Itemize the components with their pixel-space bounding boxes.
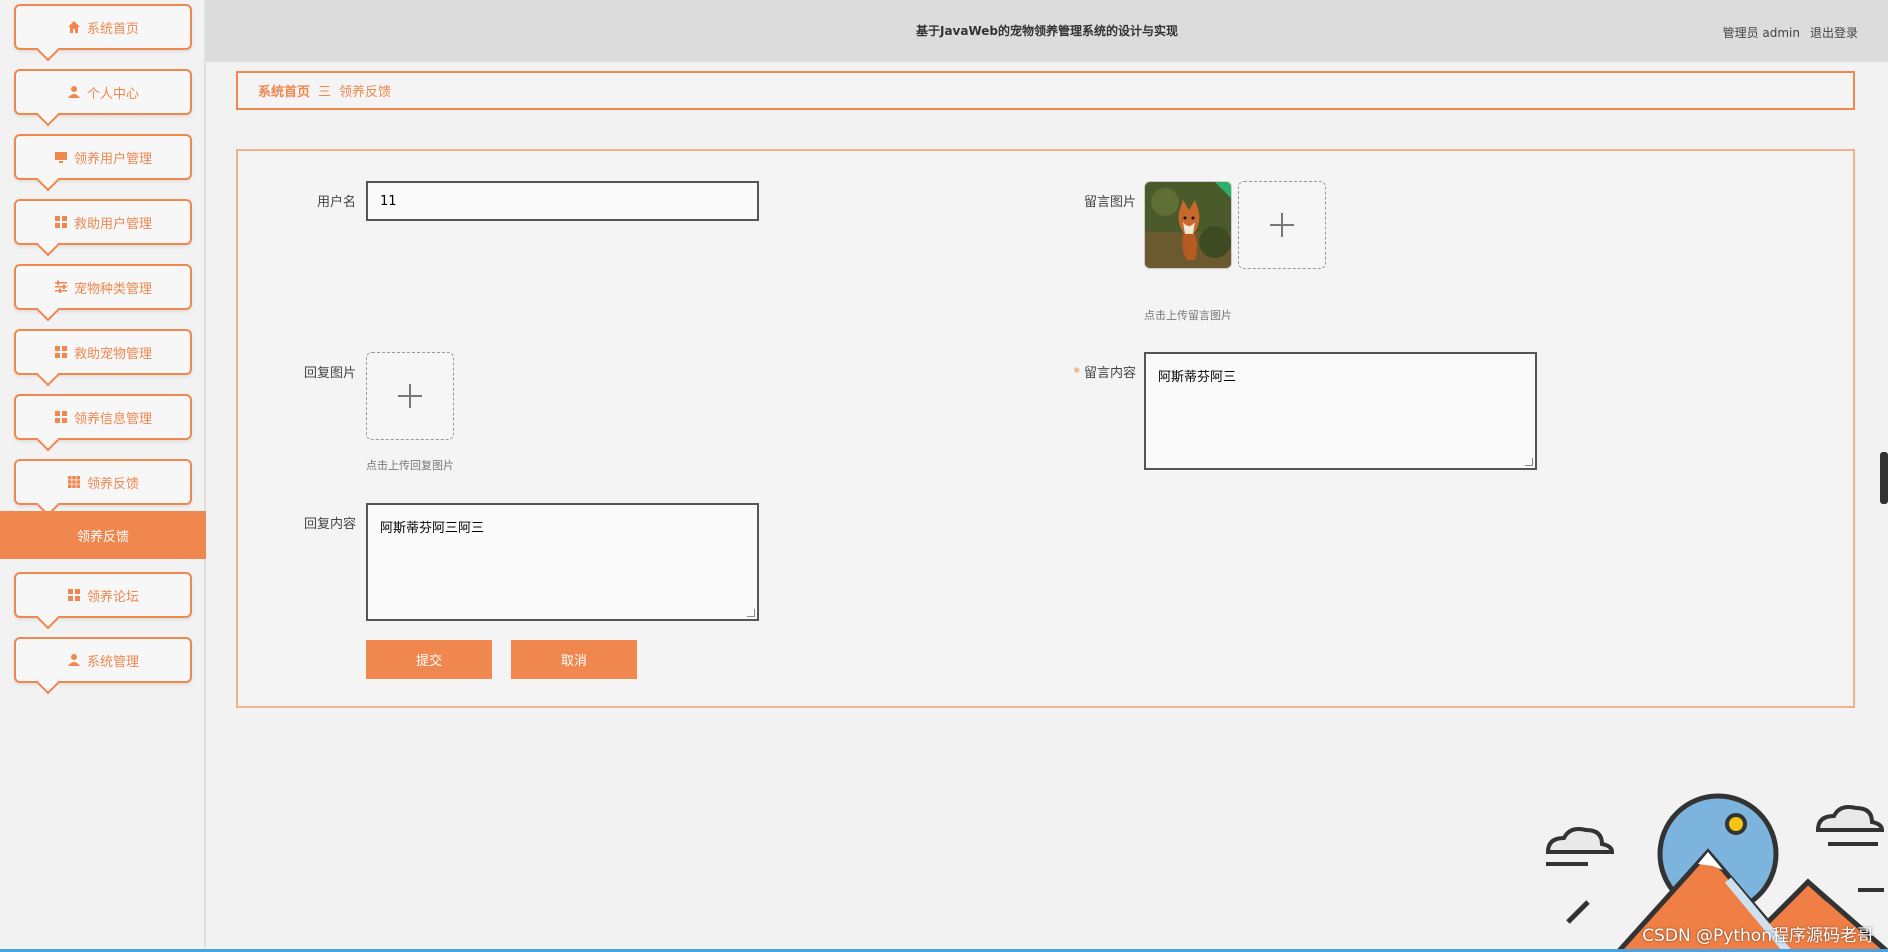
sidebar-item-label: 系统管理: [86, 654, 139, 670]
sidebar-item-system[interactable]: 系统管理: [14, 637, 192, 683]
grid-icon: [54, 410, 68, 424]
breadcrumb-home[interactable]: 系统首页: [258, 81, 310, 100]
sidebar-item-label: 领养反馈: [86, 476, 139, 492]
plus-icon: [398, 384, 422, 408]
message-image-upload[interactable]: [1238, 181, 1326, 269]
username-label: 用户名: [316, 195, 356, 210]
sidebar: 系统首页 个人中心 领养用户管理 救助用户管理 宠物种类管理 救助宠物管理 领养…: [0, 0, 206, 952]
sidebar-item-label: 救助用户管理: [73, 216, 152, 232]
breadcrumb-current: 领养反馈: [339, 85, 392, 100]
sidebar-item-label: 系统首页: [86, 21, 139, 37]
sidebar-item-adopt-users[interactable]: 领养用户管理: [14, 134, 192, 180]
app-title: 基于JavaWeb的宠物领养管理系统的设计与实现: [915, 24, 1179, 38]
message-content-label-text: 留言内容: [1083, 366, 1136, 381]
sidebar-item-rescue-users[interactable]: 救助用户管理: [14, 199, 192, 245]
feedback-form: 用户名 11 留言图片 点击上传留言图片 回复图片 点击上传回复图片 * 留言内…: [236, 149, 1855, 708]
sidebar-item-label: 领养信息管理: [73, 411, 152, 427]
reply-image-label: 回复图片: [303, 366, 356, 381]
message-image-label: 留言图片: [1083, 195, 1136, 210]
table-icon: [67, 475, 81, 489]
sidebar-item-home[interactable]: 系统首页: [14, 4, 192, 50]
grid-icon: [67, 588, 81, 602]
sidebar-item-label: 领养论坛: [86, 589, 139, 605]
sidebar-item-adopt-feedback[interactable]: 领养反馈: [14, 459, 192, 505]
sidebar-item-label: 领养用户管理: [73, 151, 152, 167]
scrollbar-handle[interactable]: [1880, 452, 1888, 504]
message-content-textarea[interactable]: 阿斯蒂芬阿三: [1144, 352, 1537, 470]
plus-icon: [1270, 213, 1294, 237]
sidebar-item-forum[interactable]: 领养论坛: [14, 572, 192, 618]
reply-content-textarea[interactable]: 阿斯蒂芬阿三阿三: [366, 503, 759, 621]
required-asterisk: *: [1073, 366, 1080, 381]
grid-icon: [54, 215, 68, 229]
resize-grip-icon[interactable]: [747, 609, 755, 617]
sidebar-item-label: 个人中心: [86, 86, 139, 102]
monitor-icon: [54, 150, 68, 164]
message-image-thumbnail[interactable]: [1144, 181, 1232, 269]
breadcrumb: 系统首页 三 领养反馈: [236, 71, 1855, 110]
header-user-area: 管理员 admin 退出登录: [1723, 24, 1858, 41]
grid-icon: [54, 345, 68, 359]
sidebar-item-label: 宠物种类管理: [73, 281, 152, 297]
message-image-hint: 点击上传留言图片: [1144, 309, 1232, 322]
logout-link[interactable]: 退出登录: [1810, 24, 1858, 41]
resize-grip-icon[interactable]: [1525, 458, 1533, 466]
username-input[interactable]: 11: [366, 181, 759, 221]
sidebar-item-profile[interactable]: 个人中心: [14, 69, 192, 115]
sidebar-item-adopt-info[interactable]: 领养信息管理: [14, 394, 192, 440]
cancel-button[interactable]: 取消: [511, 640, 637, 679]
user-icon: [67, 653, 81, 667]
top-header: 基于JavaWeb的宠物领养管理系统的设计与实现 管理员 admin 退出登录: [206, 0, 1888, 62]
message-content-label: * 留言内容: [1048, 362, 1136, 381]
fox-photo: [1145, 182, 1231, 268]
sidebar-subitem-adopt-feedback[interactable]: 领养反馈: [0, 511, 206, 559]
reply-content-label: 回复内容: [303, 517, 356, 532]
reply-content-text: 阿斯蒂芬阿三阿三: [380, 521, 485, 536]
breadcrumb-separator: 三: [318, 85, 332, 100]
admin-label: 管理员 admin: [1722, 26, 1800, 40]
sliders-icon: [54, 280, 68, 294]
message-content-text: 阿斯蒂芬阿三: [1158, 370, 1237, 385]
reply-image-hint: 点击上传回复图片: [366, 459, 454, 472]
submit-button[interactable]: 提交: [366, 640, 492, 679]
sidebar-item-pet-types[interactable]: 宠物种类管理: [14, 264, 192, 310]
reply-image-upload[interactable]: [366, 352, 454, 440]
watermark: CSDN @Python程序源码老哥: [1642, 926, 1874, 946]
sidebar-item-rescue-pets[interactable]: 救助宠物管理: [14, 329, 192, 375]
sidebar-item-label: 救助宠物管理: [73, 346, 152, 362]
home-icon: [67, 20, 81, 34]
user-icon: [67, 85, 81, 99]
